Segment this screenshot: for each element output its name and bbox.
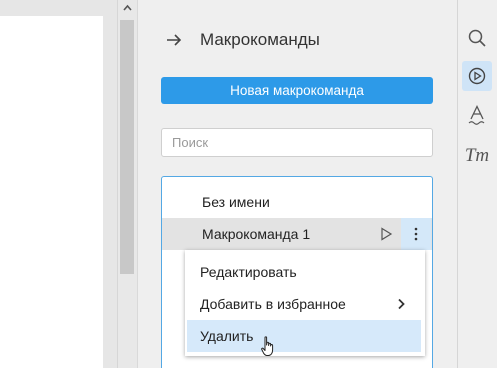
vertical-scrollbar[interactable] [117, 0, 137, 368]
document-area[interactable] [0, 0, 117, 368]
search-input[interactable]: Поиск [161, 128, 433, 157]
text-style-icon [468, 105, 485, 125]
macro-item-unnamed[interactable]: Без имени [162, 186, 432, 218]
macro-item-label: Без имени [202, 194, 270, 210]
macro-item-macro-1[interactable]: Макрокоманда 1 [162, 218, 432, 250]
macro-item-label: Макрокоманда 1 [202, 226, 311, 242]
vertical-dots-icon [414, 227, 418, 241]
more-options-button[interactable] [401, 218, 431, 250]
scrollbar-thumb[interactable] [120, 20, 134, 274]
collapse-arrow-icon[interactable] [164, 30, 184, 50]
menu-item-label: Добавить в избранное [200, 296, 346, 312]
toolbar-text-style-button[interactable] [462, 101, 492, 131]
menu-item-add-to-favorites[interactable]: Добавить в избранное [185, 288, 421, 320]
scroll-up-icon[interactable] [122, 2, 133, 14]
panel-title: Макрокоманды [200, 30, 320, 49]
new-macro-button[interactable]: Новая макрокоманда [161, 77, 433, 104]
toolbar-font-button[interactable]: Tт [462, 141, 492, 171]
font-icon: Tт [464, 145, 490, 166]
panel-header: Макрокоманды [164, 28, 320, 52]
menu-item-edit[interactable]: Редактировать [185, 256, 421, 288]
toolbar-search-button[interactable] [462, 23, 492, 53]
document-page[interactable] [0, 16, 103, 368]
menu-item-delete[interactable]: Удалить [187, 320, 421, 352]
context-menu: Редактировать Добавить в избранное Удали… [185, 250, 425, 356]
menu-item-label: Удалить [200, 328, 254, 344]
play-icon[interactable] [378, 226, 394, 242]
toolbar-macros-button[interactable] [462, 61, 492, 91]
hand-cursor-icon [261, 336, 274, 356]
chevron-right-icon [398, 298, 405, 310]
search-icon [468, 29, 486, 47]
right-toolbar: Tт [457, 0, 497, 368]
macro-play-icon [468, 67, 486, 85]
menu-item-label: Редактировать [200, 264, 297, 280]
